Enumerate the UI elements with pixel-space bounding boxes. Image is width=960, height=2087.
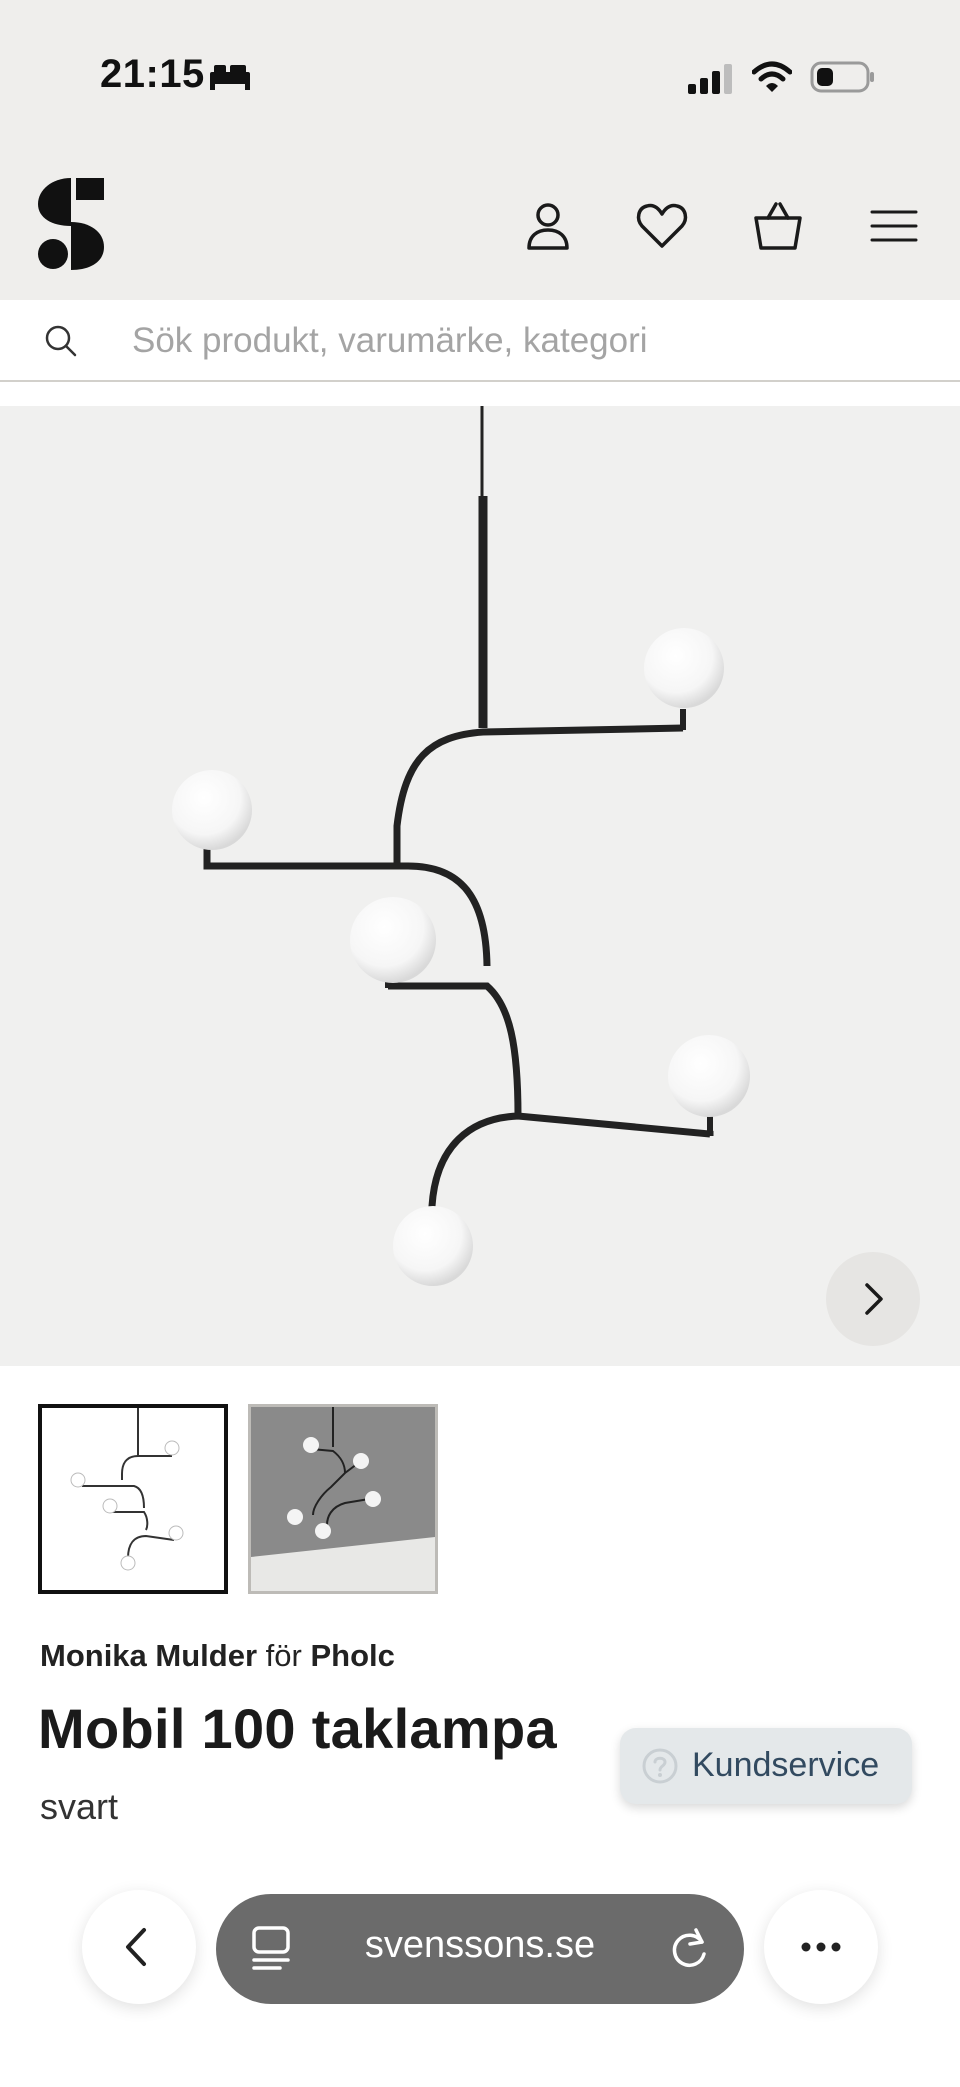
shopping-bag-icon (754, 202, 802, 250)
address-bar[interactable]: svenssons.se (216, 1894, 744, 2004)
browser-toolbar: svenssons.se (0, 1860, 960, 2087)
cart-button[interactable] (750, 198, 806, 254)
chevron-right-icon (865, 1283, 883, 1315)
next-image-button[interactable] (826, 1252, 920, 1346)
heart-icon (636, 203, 688, 248)
browser-back-button[interactable] (82, 1890, 196, 2004)
sleep-focus-icon (210, 65, 250, 90)
thumbnail-1[interactable] (38, 1404, 228, 1594)
battery-icon (810, 61, 874, 93)
product-byline: Monika Mulder för Pholc (40, 1638, 395, 1674)
thumbnail-2[interactable] (248, 1404, 438, 1594)
thumbnail-lamp-room (251, 1407, 435, 1591)
site-header (0, 150, 960, 300)
url-text: svenssons.se (364, 1924, 596, 1966)
account-icon (527, 203, 569, 250)
wifi-icon (752, 61, 792, 92)
account-button[interactable] (520, 198, 576, 254)
help-circle-icon (642, 1748, 678, 1784)
wishlist-button[interactable] (634, 198, 690, 254)
back-chevron-icon (126, 1928, 146, 1966)
search-icon (45, 325, 77, 357)
reload-icon[interactable] (666, 1926, 712, 1972)
mobile-lamp-image (172, 406, 750, 1286)
designer-name[interactable]: Monika Mulder (40, 1638, 257, 1673)
search-bar (0, 300, 960, 382)
status-bar: 21:15 (0, 0, 960, 150)
product-title: Mobil 100 taklampa (38, 1697, 557, 1760)
hamburger-menu-icon (870, 210, 918, 242)
product-variant: svart (40, 1786, 119, 1827)
browser-more-button[interactable] (764, 1890, 878, 2004)
svenssons-logo[interactable] (36, 176, 106, 272)
customer-service-label: Kundservice (692, 1746, 880, 1784)
for-word: för (265, 1638, 302, 1673)
customer-service-button[interactable]: Kundservice (620, 1728, 912, 1804)
search-input[interactable] (130, 314, 914, 368)
cellular-signal-icon (688, 64, 732, 94)
brand-name[interactable]: Pholc (310, 1638, 394, 1673)
thumbnail-lamp-white (70, 1408, 184, 1571)
more-dots-icon (801, 1942, 841, 1952)
status-time: 21:15 (100, 52, 205, 96)
menu-button[interactable] (866, 198, 922, 254)
product-image[interactable] (0, 406, 960, 1366)
